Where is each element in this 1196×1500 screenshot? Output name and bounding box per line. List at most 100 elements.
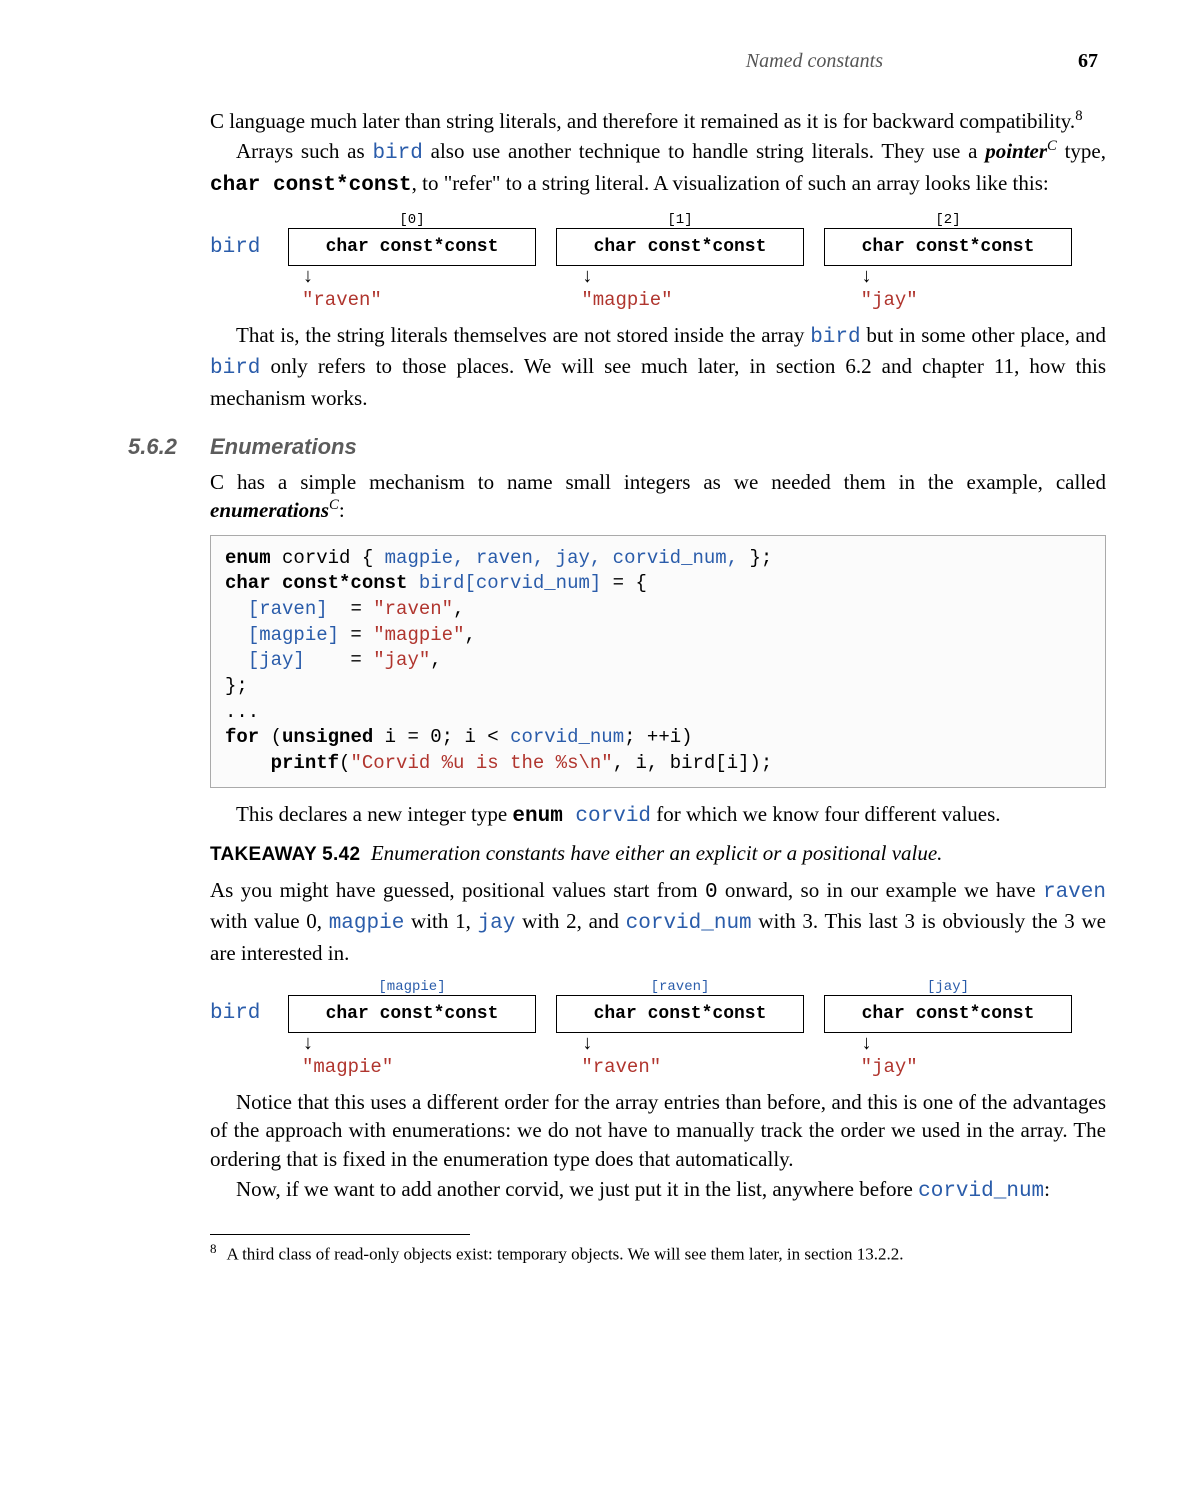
code-l1a: corvid { <box>271 547 385 569</box>
diag1-idx-2: [2] <box>824 212 1072 228</box>
code-l9-str: "Corvid %u is the %s\n" <box>350 752 612 774</box>
paragraph-4: C has a simple mechanism to name small i… <box>210 468 1106 525</box>
code-corvidnum-1: corvid_num <box>626 912 752 935</box>
diagram-bird-1: [0] [1] [2] bird char const*const char c… <box>210 212 1106 311</box>
para3-c: only refers to those places. We will see… <box>210 354 1106 409</box>
diag2-val-0: "magpie" <box>288 1056 547 1078</box>
code-l5-eq: = <box>305 649 373 671</box>
code-l6: }; <box>225 675 248 697</box>
para7-text: Notice that this uses a different order … <box>210 1088 1106 1173</box>
code-corvidnum-2: corvid_num <box>918 1180 1044 1203</box>
down-arrow-icon: ↓ <box>567 266 826 289</box>
diag2-idx-2: [jay] <box>824 979 1072 995</box>
code-l8-c: ; ++i) <box>624 726 692 748</box>
para2-b: also use another technique to handle str… <box>423 139 985 163</box>
diag1-val-2: "jay" <box>847 289 1106 311</box>
code-jay: jay <box>478 912 516 935</box>
code-l4-str: "magpie" <box>373 624 464 646</box>
code-l2-rest: = { <box>601 572 647 594</box>
down-arrow-icon: ↓ <box>847 1033 1106 1056</box>
code-l3-end: , <box>453 598 464 620</box>
code-l5-end: , <box>430 649 441 671</box>
diag1-cell-1: char const*const <box>556 228 804 266</box>
takeaway-text: Enumeration constants have either an exp… <box>371 841 943 865</box>
para6-a: As you might have guessed, positional va… <box>210 878 705 902</box>
code-l9-a: ( <box>339 752 350 774</box>
diag1-val-0: "raven" <box>288 289 547 311</box>
para6-c: with value 0, <box>210 909 329 933</box>
term-pointer: pointer <box>985 139 1047 163</box>
code-bird-3: bird <box>210 357 260 380</box>
code-l1-ids: magpie, raven, jay, corvid_num, <box>385 547 738 569</box>
footnote-text: A third class of read-only objects exist… <box>227 1245 904 1264</box>
para4-a: C has a simple mechanism to name small i… <box>210 470 1106 494</box>
code-l7: ... <box>225 701 259 723</box>
code-l2-id: bird[corvid_num] <box>407 572 601 594</box>
down-arrow-icon: ↓ <box>567 1033 826 1056</box>
paragraph-7: Notice that this uses a different order … <box>210 1088 1106 1206</box>
code-l8-b: i = 0; i < <box>373 726 510 748</box>
diag2-val-2: "jay" <box>847 1056 1106 1078</box>
diag1-cell-0: char const*const <box>288 228 536 266</box>
para6-b: onward, so in our example we have <box>718 878 1043 902</box>
code-l5-id: [jay] <box>248 649 305 671</box>
code-corvid: corvid <box>563 805 651 828</box>
section-heading: 5.6.2 Enumerations <box>90 434 1106 460</box>
kw-printf: printf <box>271 752 339 774</box>
code-raven: raven <box>1043 881 1106 904</box>
diag1-val-1: "magpie" <box>567 289 826 311</box>
code-bird-1: bird <box>372 142 422 165</box>
code-l4-eq: = <box>339 624 373 646</box>
down-arrow-icon: ↓ <box>288 266 547 289</box>
diag1-idx-1: [1] <box>556 212 804 228</box>
code-l5-str: "jay" <box>373 649 430 671</box>
paragraph-6: As you might have guessed, positional va… <box>210 876 1106 967</box>
para2-c: type, <box>1057 139 1106 163</box>
para6-d: with 1, <box>404 909 477 933</box>
code-bird-2: bird <box>810 326 860 349</box>
down-arrow-icon: ↓ <box>847 266 1106 289</box>
diag2-idx-1: [raven] <box>556 979 804 995</box>
header-section-title: Named constants <box>746 50 883 72</box>
diag1-cell-2: char const*const <box>824 228 1072 266</box>
para2-d: , to "refer" to a string literal. A visu… <box>412 171 1049 195</box>
diag2-val-1: "raven" <box>567 1056 826 1078</box>
code-l4-end: , <box>464 624 475 646</box>
code-l8-id: corvid_num <box>510 726 624 748</box>
footnote-ref-8: 8 <box>1075 108 1082 124</box>
page-number: 67 <box>1078 50 1098 72</box>
kw-enum-inline: enum <box>512 805 562 828</box>
diagram-bird-2: [magpie] [raven] [jay] bird char const*c… <box>210 979 1106 1078</box>
running-header: Named constants 67 <box>90 50 1106 73</box>
para3-a: That is, the string literals themselves … <box>236 323 810 347</box>
code-block-enum: enum corvid { magpie, raven, jay, corvid… <box>210 535 1106 788</box>
para2-a: Arrays such as <box>236 139 372 163</box>
code-l9-b: , i, bird[i]); <box>613 752 773 774</box>
para5-b: for which we know four different values. <box>651 802 1001 826</box>
code-zero: 0 <box>705 881 718 904</box>
diag2-cell-1: char const*const <box>556 995 804 1033</box>
footnote-rule <box>210 1234 470 1235</box>
sup-c-1: C <box>1047 138 1057 154</box>
paragraph-3: That is, the string literals themselves … <box>210 321 1106 412</box>
kw-for: for <box>225 726 259 748</box>
para1-text: C language much later than string litera… <box>210 109 1075 133</box>
kw-enum: enum <box>225 547 271 569</box>
code-magpie: magpie <box>329 912 405 935</box>
kw-charconst: char const*const <box>225 572 407 594</box>
section-title: Enumerations <box>210 434 357 460</box>
footnote-8: 8 A third class of read-only objects exis… <box>210 1241 1106 1265</box>
takeaway-label: TAKEAWAY 5.42 <box>210 844 360 865</box>
diag2-cell-2: char const*const <box>824 995 1072 1033</box>
code-l1b: }; <box>738 547 772 569</box>
code-l3-id: [raven] <box>248 598 328 620</box>
para8-a: Now, if we want to add another corvid, w… <box>236 1177 918 1201</box>
footnote-number: 8 <box>210 1241 217 1256</box>
type-charconst: char const*const <box>210 174 412 197</box>
section-number: 5.6.2 <box>90 434 210 460</box>
term-enumerations: enumerations <box>210 498 329 522</box>
para3-b: but in some other place, and <box>861 323 1106 347</box>
code-l9-pad <box>225 752 271 774</box>
code-l3-str: "raven" <box>373 598 453 620</box>
code-l8-a: ( <box>259 726 282 748</box>
